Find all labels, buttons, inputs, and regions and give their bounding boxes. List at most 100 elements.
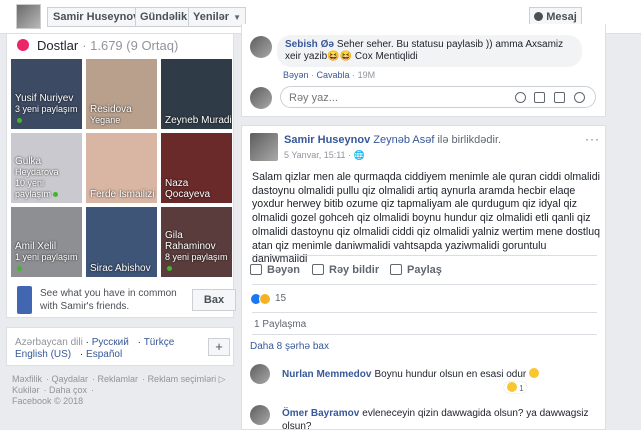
post-options-icon[interactable]: ··· <box>585 132 600 146</box>
comment-author[interactable]: Sebish Øə <box>285 39 334 50</box>
commenter-avatar[interactable] <box>250 364 270 384</box>
comment-text: Boynu hundur olsun en esasi odur <box>374 369 527 380</box>
comment-reaction-count: 1 <box>519 384 524 393</box>
laughing-emoji-icon <box>529 368 540 378</box>
friend-tile[interactable]: Amil Xelil 1 yeni paylaşım <box>11 207 82 277</box>
main-post: Samir Huseynov Zeynəb Asəf ilə birlikdəd… <box>241 125 606 430</box>
with-text: ilə birlikdədir. <box>437 134 502 146</box>
comment-button[interactable]: Rəy bildir <box>312 264 379 276</box>
comment-actions: Bəyən · Cavabla · 19M <box>283 70 376 80</box>
comment-author[interactable]: Ömer Bayramov <box>282 408 359 419</box>
reply-box[interactable] <box>280 86 596 108</box>
profile-name-button[interactable]: Samir Huseynov <box>47 7 146 27</box>
like-link[interactable]: Bəyən <box>283 70 309 80</box>
friend-new-posts: 1 yeni paylaşım <box>15 252 82 274</box>
friend-new-posts: 3 yeni paylaşım <box>15 104 82 126</box>
like-button[interactable]: Bəyən <box>250 264 300 276</box>
friend-new-posts: 8 yeni paylaşım <box>165 252 232 274</box>
footer-link[interactable]: Reklam seçimləri ▷ <box>148 374 226 384</box>
friend-tile[interactable]: Zeyneb Muradi <box>161 59 232 129</box>
divider <box>252 312 597 313</box>
footer-link[interactable]: Reklamlar <box>98 374 139 384</box>
friend-name: Zeyneb Muradi <box>165 115 232 126</box>
friend-name: Gila Rahaminov <box>165 230 216 252</box>
tagged-person[interactable]: Zeynəb Asəf <box>373 134 434 146</box>
mutual-info-row: See what you have in common with Samir's… <box>17 286 236 316</box>
view-more-comments[interactable]: Daha 8 şərhə bax <box>250 341 329 352</box>
footer-links: Məxfilik · Qaydalar · Reklamlar · Reklam se… <box>12 374 234 407</box>
friend-tile[interactable]: Ferde Ismailizi <box>86 133 157 203</box>
friend-tile[interactable]: Sirac Abishov <box>86 207 157 277</box>
author-avatar[interactable] <box>250 133 278 161</box>
footer-link[interactable]: Məxfilik <box>12 374 42 384</box>
share-icon <box>390 264 402 275</box>
reply-link[interactable]: Cavabla <box>317 70 350 80</box>
post-text: Salam qizlar men ale qurmaqda ciddiyem m… <box>252 171 600 266</box>
comment: Nurlan Memmedov Boynu hundur olsun en esa… <box>282 368 552 381</box>
comment-time: 19M <box>357 70 376 80</box>
language-link[interactable]: Türkçe <box>144 337 175 348</box>
feed-filter-label: Gündəlik <box>140 11 188 23</box>
mutual-info-text: See what you have in common with Samir's… <box>40 288 177 312</box>
friend-name: Naza Qocayeva <box>165 178 211 200</box>
friend-new-posts: 10 yeni paylaşım <box>15 178 82 200</box>
haha-reaction-icon <box>259 293 271 305</box>
online-dot-icon <box>17 266 22 271</box>
footer-link[interactable]: Kukilər <box>12 385 40 395</box>
sticker-icon[interactable] <box>574 92 585 103</box>
friend-tile[interactable]: Yusif Nuriyev 3 yeni paylaşım <box>11 59 82 129</box>
online-dot-icon <box>17 118 22 123</box>
friend-tile[interactable]: Gila Rahaminov 8 yeni paylaşım <box>161 207 232 277</box>
reply-input[interactable] <box>289 90 499 105</box>
messenger-icon <box>534 12 544 21</box>
friend-name: Sirac Abishov <box>90 263 151 274</box>
reactions-count: 15 <box>275 293 287 304</box>
friend-name: Ferde Ismailizi <box>90 189 155 200</box>
comment: Ömer Bayramov evleneceyin qizin dawwagida… <box>282 407 592 430</box>
commenter-avatar[interactable] <box>250 405 270 425</box>
friend-name-line2: Heydarova <box>15 167 59 177</box>
friends-icon <box>17 39 29 51</box>
add-language-button[interactable]: + <box>208 338 230 356</box>
language-link[interactable]: Español <box>86 349 122 360</box>
friend-tile[interactable]: Residova Yegane <box>86 59 157 129</box>
post-author-line: Samir Huseynov Zeynəb Asəf ilə birlikdəd… <box>284 134 501 146</box>
message-button-label: Mesaj <box>546 11 577 23</box>
comment-icon <box>312 264 324 275</box>
avatar[interactable] <box>250 36 272 58</box>
view-button[interactable]: Bax <box>192 289 236 311</box>
post-date[interactable]: 5 Yanvar, 15:11 · <box>284 150 354 160</box>
language-link[interactable]: English (US) <box>15 349 71 360</box>
footer-link[interactable]: Qaydalar <box>52 374 89 384</box>
friend-name: Gulka <box>15 156 42 167</box>
haha-reaction-icon <box>507 382 517 392</box>
post-author[interactable]: Samir Huseynov <box>284 134 370 146</box>
friend-name: Yusif Nuriyev <box>15 93 74 104</box>
previous-post-comments: Sebish Øə Seher seher. Bu statusu paylasi… <box>241 24 606 117</box>
friends-header[interactable]: Dostlar · 1.679 (9 Ortaq) <box>17 38 178 54</box>
online-dot-icon <box>167 266 172 271</box>
friends-card: Dostlar · 1.679 (9 Ortaq) Yusif Nuriyev 3 … <box>6 34 236 318</box>
sort-dropdown[interactable]: Yenilər ▼ <box>188 7 246 27</box>
comment-author[interactable]: Nurlan Memmedov <box>282 369 371 380</box>
camera-icon[interactable] <box>534 92 545 103</box>
divider <box>252 255 597 256</box>
friend-tile[interactable]: Gulka Heydarova 10 yeni paylaşım <box>11 133 82 203</box>
language-link[interactable]: Русский <box>92 337 129 348</box>
comment-bubble: Sebish Øə Seher seher. Bu statusu paylasi… <box>277 35 582 67</box>
friends-title: Dostlar <box>37 38 79 53</box>
friend-name: Amil Xelil <box>15 241 57 252</box>
emoji-icon[interactable] <box>515 92 526 103</box>
share-button[interactable]: Paylaş <box>390 264 442 276</box>
sort-label: Yenilər <box>193 11 230 23</box>
friend-name-line2: Yegane <box>90 115 121 125</box>
gif-icon[interactable] <box>554 92 565 103</box>
friends-count: · 1.679 (9 Ortaq) <box>82 38 179 53</box>
friend-tile[interactable]: Naza Qocayeva <box>161 133 232 203</box>
profile-thumbnail[interactable] <box>16 4 41 29</box>
footer-link[interactable]: Daha çox <box>49 385 87 395</box>
language-card: Azərbaycan dili · Русский · Türkçe Engli… <box>6 327 234 366</box>
shares-count[interactable]: 1 Paylaşma <box>254 319 306 330</box>
online-dot-icon <box>53 192 59 197</box>
comment-reaction[interactable]: 1 <box>504 382 527 393</box>
